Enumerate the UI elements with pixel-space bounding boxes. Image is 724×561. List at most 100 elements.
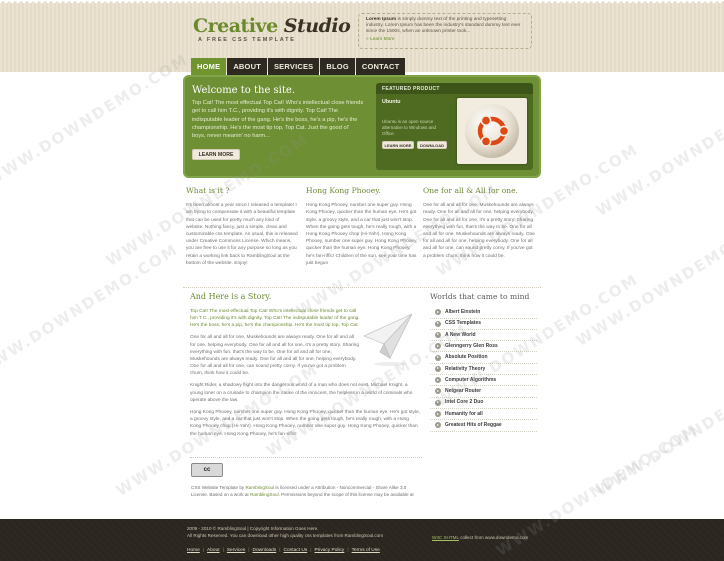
column-what-is-it: What is it ? It's been almost a year sin… — [186, 186, 298, 267]
arrow-bullet-icon — [435, 343, 441, 350]
license-post: . Permissions beyond the scope of this l… — [278, 491, 414, 497]
arrow-bullet-icon — [435, 354, 441, 361]
watermark: WWW.DOWNDEMO.COM — [593, 80, 724, 220]
nav-home[interactable]: HOME — [191, 58, 227, 76]
hero-banner: Welcome to the site. Top Cat! The most e… — [183, 75, 541, 178]
license-author-link[interactable]: RamblingSoul — [245, 485, 274, 490]
license-text: CSS Website Template by RamblingSoul is … — [191, 485, 423, 499]
sidebar-item-label: Albert Einstein — [445, 309, 481, 316]
sidebar-item-label: A New World — [445, 331, 476, 338]
paper-plane-icon — [362, 313, 413, 366]
sidebar-item-label: Greatest Hits of Reggae — [445, 421, 502, 428]
header-zigzag-edge — [0, 0, 724, 6]
footer-credit: W3C XHTML collect from www.downdemo.com — [432, 535, 528, 541]
sidebar-item[interactable]: Netgear Router — [430, 386, 537, 398]
arrow-bullet-icon — [435, 365, 441, 372]
footer-copy-line: All Rights Reserved. You can download ot… — [187, 532, 384, 538]
story-paragraph: Hong Kong Phooey, number one super guy. … — [190, 410, 420, 437]
footer-link-services[interactable]: Services — [227, 548, 245, 554]
ubuntu-image — [457, 98, 527, 164]
footer-link-home[interactable]: Home — [187, 548, 200, 554]
sidebar-item-label: Relativity Theory — [445, 365, 486, 372]
featured-title: FEATURED PRODUCT — [376, 83, 533, 94]
watermark: WWW.DOWNDEMO.COM — [0, 240, 182, 380]
footer-links: Home | About | Services | Downloads | Contac… — [187, 548, 380, 554]
column-text: It's been almost a year since I released… — [186, 203, 298, 266]
license-pre: CSS Website Template by — [191, 485, 246, 490]
license-site-link[interactable]: RamblingSoul — [250, 492, 279, 497]
site-tagline: A FREE CSS TEMPLATE — [198, 37, 296, 43]
sidebar-item[interactable]: Intel Core 2 Duo — [430, 398, 537, 409]
section-divider — [183, 287, 541, 288]
footer-link-privacy[interactable]: Privacy Policy — [314, 548, 344, 554]
column-title: What is it ? — [186, 186, 230, 195]
featured-learn-more-button[interactable]: LEARN MORE — [382, 141, 414, 149]
arrow-bullet-icon — [435, 388, 441, 395]
watermark: WWW.DOWNDEMO.COM — [593, 360, 724, 500]
nav-blog[interactable]: BLOG — [320, 58, 355, 76]
arrow-bullet-icon — [435, 309, 441, 316]
sidebar-item-label: Computer Algorithms — [445, 376, 497, 383]
featured-description: Ubuntu is an open source alternative to … — [382, 119, 437, 137]
sidebar-item[interactable]: A New World — [430, 330, 537, 342]
sidebar-item[interactable]: Albert Einstein — [430, 307, 537, 319]
sidebar-item[interactable]: Relativity Theory — [430, 364, 537, 376]
column-hong-kong: Hong Kong Phooey. Hong Kong Phooey, numb… — [306, 186, 418, 267]
learn-more-link[interactable]: » Learn More — [366, 37, 524, 43]
column-one-for-all: One for all & All for one. One for all a… — [423, 186, 535, 260]
site-logo[interactable]: Creative Studio — [193, 14, 351, 40]
main-nav: HOME ABOUT SERVICES BLOG CONTACT — [191, 58, 406, 76]
sidebar-worlds: Worlds that came to mind Albert Einstein… — [430, 292, 537, 432]
arrow-bullet-icon — [435, 377, 441, 384]
footer-link-downloads[interactable]: Downloads — [253, 548, 277, 554]
footer-copyright: 2009 - 2010 © RamblingSoul | Copyright I… — [187, 526, 447, 539]
story-divider — [190, 457, 422, 458]
footer-copy-line: 2009 - 2010 © RamblingSoul | Copyright I… — [187, 526, 319, 531]
ubuntu-logo-icon — [465, 104, 519, 158]
featured-product: FEATURED PRODUCT Ubuntu Ubuntu is an ope… — [376, 83, 533, 170]
story-paragraph: Knight Rider, a shadowy flight into the … — [190, 383, 413, 403]
logo-word-creative: Creative — [193, 15, 278, 37]
story-paragraph: One for all and all for one, Muskehounds… — [190, 335, 359, 377]
footer-credit-text: collect from www.downdemo.com — [458, 535, 529, 540]
featured-name: Ubuntu — [382, 99, 401, 105]
sidebar-item-label: Humanity for all — [445, 410, 483, 417]
hero-learn-more-button[interactable]: LEARN MORE — [192, 149, 240, 160]
watermark: WWW.DOWNDEMO.COM — [573, 210, 724, 350]
sidebar-item-label: Intel Core 2 Duo — [445, 399, 484, 406]
w3c-xhtml-link[interactable]: W3C XHTML — [432, 535, 459, 540]
sidebar-item[interactable]: Humanity for all — [430, 409, 537, 421]
logo-word-studio: Studio — [283, 15, 351, 37]
footer-link-terms[interactable]: Terms of Use — [352, 548, 380, 554]
footer-link-contact[interactable]: Contact Us — [283, 548, 307, 554]
arrow-bullet-icon — [435, 422, 441, 429]
paper-plane-image — [360, 308, 416, 368]
sidebar-item-label: Glenngerry Glen Ross — [445, 342, 498, 349]
footer-link-about[interactable]: About — [207, 548, 220, 554]
arrow-bullet-icon — [435, 399, 441, 406]
story-p1: Top Cat! The most effectual Top Cat! Who… — [190, 308, 360, 329]
story-paragraph: Top Cat! The most effectual Top Cat! Who… — [190, 308, 360, 330]
column-title: One for all & All for one. — [423, 186, 518, 195]
sidebar-item[interactable]: CSS Templates — [430, 319, 537, 330]
featured-download-button[interactable]: DOWNLOAD — [417, 141, 447, 149]
sidebar-item[interactable]: Glenngerry Glen Ross — [430, 341, 537, 353]
arrow-bullet-icon — [435, 320, 441, 327]
sidebar-item[interactable]: Greatest Hits of Reggae — [430, 420, 537, 432]
sidebar-item[interactable]: Absolute Position — [430, 352, 537, 364]
column-text: Hong Kong Phooey, number one super guy. … — [306, 203, 418, 266]
sidebar-item-label: Netgear Router — [445, 388, 482, 395]
nav-services[interactable]: SERVICES — [267, 58, 320, 76]
hero-text: Top Cat! The most effectual Top Cat! Who… — [192, 100, 364, 140]
sidebar-item[interactable]: Computer Algorithms — [430, 375, 537, 387]
story-title: And Here is a Story. — [190, 292, 272, 301]
arrow-bullet-icon — [435, 411, 441, 418]
sidebar-item-label: Absolute Position — [445, 354, 488, 361]
nav-about[interactable]: ABOUT — [227, 58, 267, 76]
arrow-bullet-icon — [435, 331, 441, 338]
sidebar-title: Worlds that came to mind — [430, 292, 530, 301]
hero-title: Welcome to the site. — [192, 85, 295, 96]
column-text: One for all and all for one, Muskehounds… — [423, 203, 535, 259]
nav-contact[interactable]: CONTACT — [355, 58, 406, 76]
creative-commons-badge[interactable]: cc — [191, 463, 223, 477]
